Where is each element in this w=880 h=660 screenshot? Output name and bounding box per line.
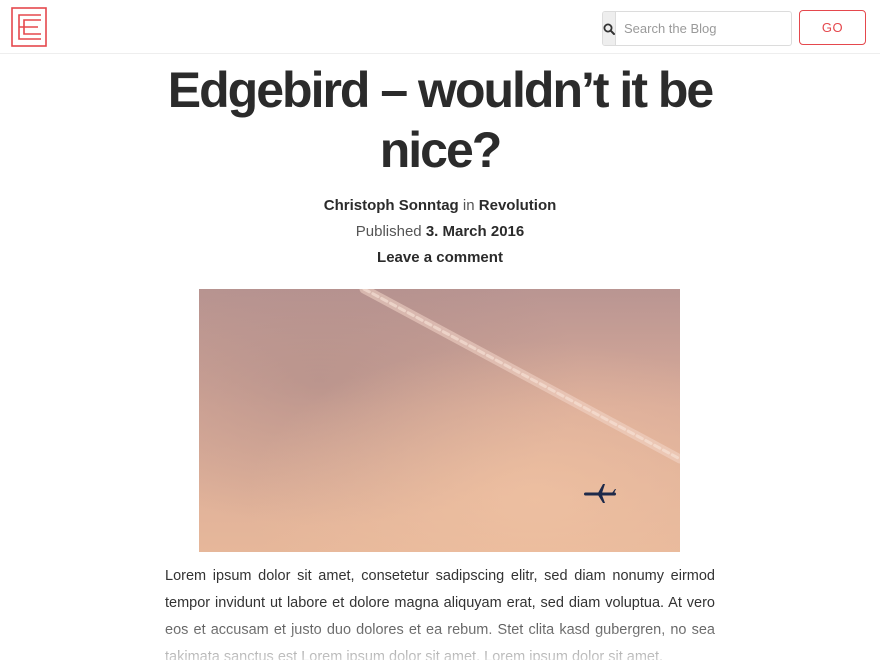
post-date-line: Published 3. March 2016 xyxy=(160,223,720,240)
top-bar: GO xyxy=(0,0,880,54)
post-byline: Christoph Sonntag in Revolution xyxy=(160,197,720,214)
comment-line: Leave a comment xyxy=(160,249,720,266)
category-link[interactable]: Revolution xyxy=(479,197,557,214)
leave-comment-link[interactable]: Leave a comment xyxy=(377,249,503,266)
in-word: in xyxy=(462,197,475,214)
search-box xyxy=(602,11,792,46)
go-button[interactable]: GO xyxy=(799,10,866,45)
published-label: Published xyxy=(355,223,422,240)
airplane-in-pink-sky-photo xyxy=(199,289,680,552)
author-link[interactable]: Christoph Sonntag xyxy=(324,197,459,214)
post-date[interactable]: 3. March 2016 xyxy=(426,223,524,240)
search-icon[interactable] xyxy=(603,12,616,45)
edgebird-logo-icon[interactable] xyxy=(11,7,47,47)
page: GO Edgebird – wouldn’t it be nice? Chris… xyxy=(0,0,880,660)
post-body: Lorem ipsum dolor sit amet, consetetur s… xyxy=(165,568,715,660)
post-title: Edgebird – wouldn’t it be nice? xyxy=(167,62,714,178)
search-input[interactable] xyxy=(616,12,791,45)
